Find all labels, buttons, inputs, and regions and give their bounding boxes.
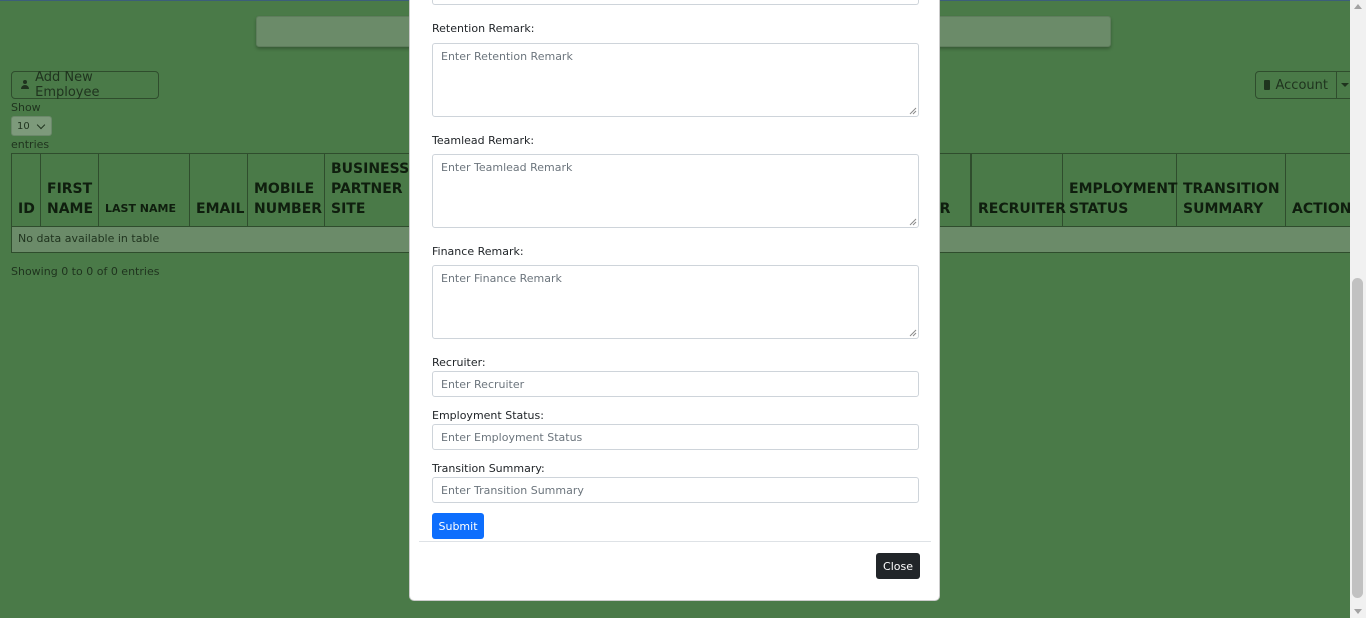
table-info: Showing 0 to 0 of 0 entries	[11, 265, 160, 278]
column-header-id[interactable]: ID	[12, 154, 41, 227]
chevron-down-icon	[36, 120, 45, 129]
scrollbar-thumb[interactable]	[1352, 278, 1363, 598]
column-header-employment-status[interactable]: EMPLOYMENT STATUS	[1063, 154, 1177, 227]
finance-remark-placeholder: Enter Finance Remark	[441, 272, 562, 285]
transition-summary-placeholder: Enter Transition Summary	[441, 483, 584, 497]
page-length-select[interactable]: 10	[11, 116, 52, 136]
scroll-up-arrow-icon[interactable]	[1354, 4, 1362, 9]
transition-summary-label: Transition Summary:	[432, 462, 545, 475]
finance-remark-label: Finance Remark:	[432, 245, 524, 258]
recruiter-placeholder: Enter Recruiter	[441, 377, 525, 391]
account-label: Account	[1275, 77, 1329, 93]
retention-remark-textarea[interactable]: Enter Retention Remark	[432, 43, 919, 117]
teamlead-remark-label: Teamlead Remark:	[432, 134, 535, 147]
recruiter-label: Recruiter:	[432, 356, 486, 369]
transition-summary-input[interactable]: Enter Transition Summary	[432, 477, 919, 503]
account-badge-icon	[1264, 80, 1270, 90]
column-header-business-partner-site[interactable]: BUSINESS PARTNER SITE	[325, 154, 415, 227]
entries-label: entries	[11, 138, 50, 151]
edit-employee-modal: Retention Remark: Enter Retention Remark…	[409, 0, 940, 601]
scroll-down-arrow-icon[interactable]	[1354, 609, 1362, 614]
employment-status-input[interactable]: Enter Employment Status	[432, 424, 919, 450]
previous-textarea-edge[interactable]	[432, 0, 919, 5]
page-scrollbar[interactable]	[1350, 0, 1366, 618]
caret-down-icon	[1341, 83, 1349, 87]
submit-button[interactable]: Submit	[432, 513, 484, 539]
column-header-mobile-number[interactable]: MOBILE NUMBER	[248, 154, 325, 227]
employment-status-label: Employment Status:	[432, 409, 544, 422]
column-header-action[interactable]: ACTION	[1286, 154, 1355, 227]
column-header-transition-summary[interactable]: TRANSITION SUMMARY	[1177, 154, 1286, 227]
retention-remark-label: Retention Remark:	[432, 22, 535, 35]
recruiter-input[interactable]: Enter Recruiter	[432, 371, 919, 397]
finance-remark-textarea[interactable]: Enter Finance Remark	[432, 265, 919, 339]
account-button[interactable]: Account	[1255, 71, 1337, 99]
column-header-first-name[interactable]: FIRST NAME	[41, 154, 99, 227]
person-add-icon	[20, 80, 30, 90]
column-header-email[interactable]: EMAIL	[190, 154, 248, 227]
employment-status-placeholder: Enter Employment Status	[441, 430, 583, 444]
add-employee-label: Add New Employee	[35, 70, 100, 100]
modal-footer-divider	[419, 541, 931, 542]
empty-table-message: No data available in table	[18, 232, 160, 245]
teamlead-remark-textarea[interactable]: Enter Teamlead Remark	[432, 154, 919, 228]
resize-grip-icon[interactable]	[908, 106, 917, 115]
teamlead-remark-placeholder: Enter Teamlead Remark	[441, 161, 573, 174]
resize-grip-icon[interactable]	[908, 328, 917, 337]
column-header-recruiter[interactable]: RECRUITER	[971, 154, 1066, 227]
add-employee-button[interactable]: Add New Employee	[11, 70, 159, 100]
show-label: Show	[11, 101, 41, 114]
page-length-value: 10	[17, 120, 30, 132]
close-button[interactable]: Close	[876, 553, 920, 579]
resize-grip-icon[interactable]	[908, 217, 917, 226]
retention-remark-placeholder: Enter Retention Remark	[441, 50, 573, 63]
column-header-last-name[interactable]: LAST NAME	[99, 154, 190, 227]
